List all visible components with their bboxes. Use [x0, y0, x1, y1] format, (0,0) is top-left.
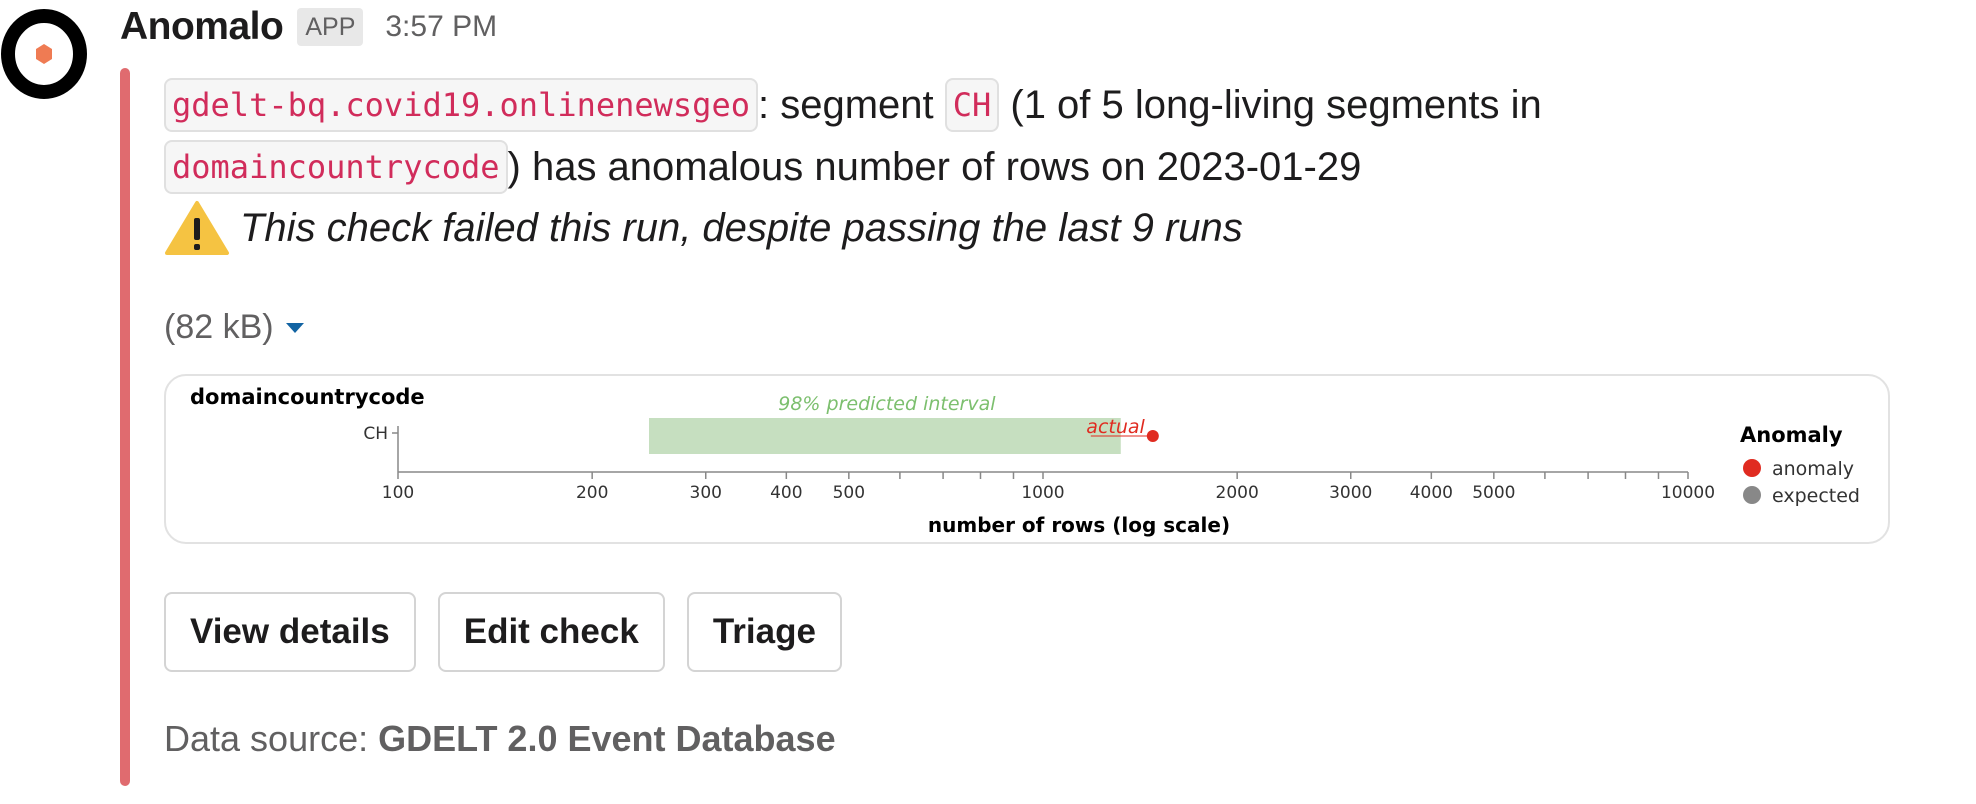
- x-tick-label: 4000: [1410, 483, 1453, 503]
- actual-point: [1146, 430, 1159, 442]
- warning-text: This check failed this run, despite pass…: [240, 205, 1243, 250]
- chart-svg: domaincountrycode 98% predicted interval…: [190, 385, 1860, 537]
- app-name[interactable]: Anomalo: [120, 5, 284, 49]
- table-name-code: gdelt-bq.covid19.onlinenewsgeo: [164, 78, 758, 132]
- message-header: Anomalo APP 3:57 PM: [120, 2, 497, 52]
- x-tick-label: 200: [576, 483, 608, 503]
- x-tick-label: 100: [382, 483, 414, 503]
- actual-label: actual: [1086, 416, 1145, 438]
- data-source-name[interactable]: GDELT 2.0 Event Database: [378, 718, 836, 759]
- predicted-interval-band: [649, 418, 1121, 454]
- app-badge: APP: [297, 8, 364, 46]
- message-text: ) has anomalous number of rows on 2023-0…: [507, 144, 1362, 189]
- action-buttons: View details Edit check Triage: [164, 592, 864, 672]
- x-tick-label: 400: [770, 483, 802, 503]
- anomalo-logo-avatar: [1, 9, 87, 99]
- attachment-file-size[interactable]: (82 kB): [164, 308, 304, 347]
- message-timestamp[interactable]: 3:57 PM: [385, 10, 497, 44]
- x-axis-label: number of rows (log scale): [928, 513, 1230, 537]
- x-tick-label: 1000: [1021, 483, 1064, 503]
- attachment-accent-bar: [120, 68, 130, 786]
- x-tick-label: 300: [690, 483, 722, 503]
- message-line-2: domaincountrycode ) has anomalous number…: [164, 140, 1361, 194]
- file-size-label: (82 kB): [164, 308, 274, 346]
- data-source: Data source: GDELT 2.0 Event Database: [164, 718, 836, 760]
- chart-title: domaincountrycode: [190, 385, 425, 409]
- edit-check-button[interactable]: Edit check: [437, 592, 665, 672]
- x-tick-label: 10000: [1661, 483, 1715, 503]
- chart-legend: Anomaly anomaly expected: [1740, 423, 1860, 507]
- segment-code: CH: [944, 78, 1000, 132]
- data-source-label: Data source:: [164, 718, 379, 759]
- x-tick-label: 2000: [1216, 483, 1259, 503]
- message-text: : segment: [757, 82, 945, 127]
- x-tick-label: 500: [833, 483, 865, 503]
- legend-anomaly-swatch: [1743, 459, 1761, 477]
- triage-button[interactable]: Triage: [686, 592, 842, 672]
- column-code: domaincountrycode: [164, 140, 508, 194]
- chevron-down-icon[interactable]: [285, 322, 304, 333]
- y-tick-label: CH: [363, 424, 388, 444]
- hexagon-icon: [36, 44, 52, 64]
- anomaly-chart[interactable]: domaincountrycode 98% predicted interval…: [164, 374, 1890, 544]
- message-text: (1 of 5 long-living segments in: [999, 82, 1542, 127]
- view-details-button[interactable]: View details: [164, 592, 416, 672]
- legend-expected-swatch: [1743, 486, 1761, 504]
- legend-expected-label: expected: [1772, 485, 1860, 507]
- x-tick-label: 5000: [1472, 483, 1515, 503]
- legend-anomaly-label: anomaly: [1772, 458, 1854, 480]
- x-tick-label: 3000: [1329, 483, 1372, 503]
- warning-line: This check failed this run, despite pass…: [164, 200, 1243, 256]
- legend-title: Anomaly: [1740, 423, 1843, 447]
- predicted-interval-label: 98% predicted interval: [778, 393, 996, 415]
- message-line-1: gdelt-bq.covid19.onlinenewsgeo : segment…: [164, 78, 1542, 132]
- warning-triangle-icon: [165, 201, 229, 255]
